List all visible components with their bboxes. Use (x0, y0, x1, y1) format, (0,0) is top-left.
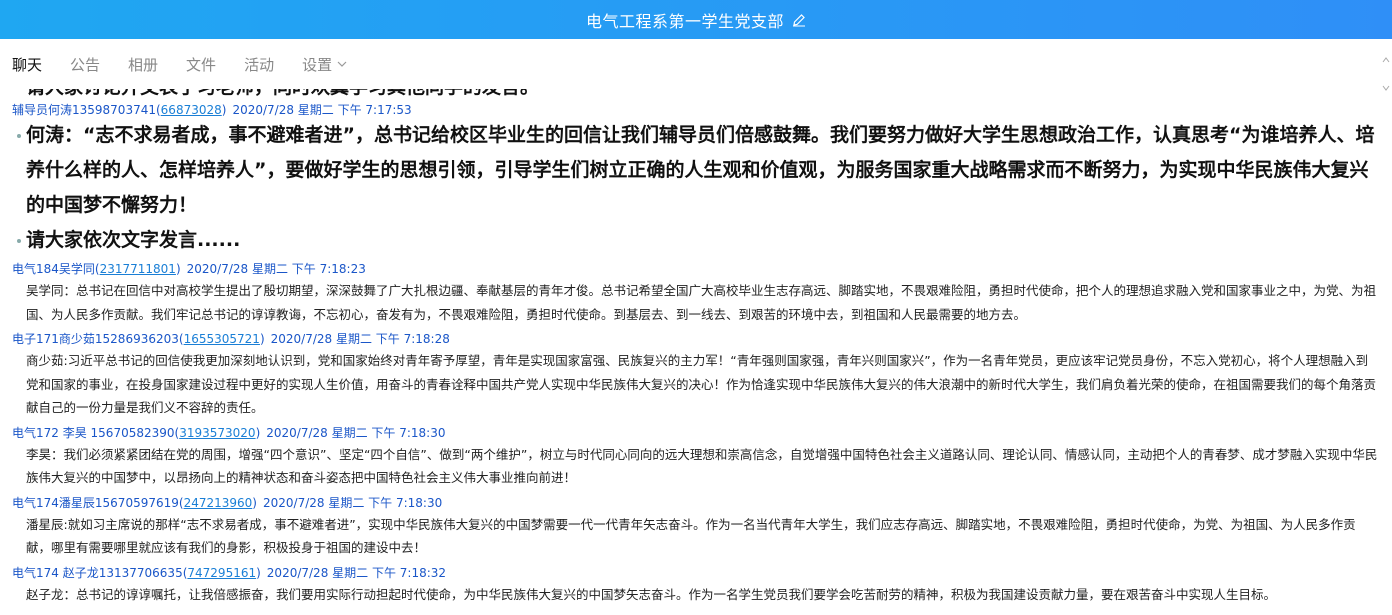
message-header: 电子171商少茹15286936203(1655305721) 2020/7/28… (12, 332, 450, 346)
message-time: 2020/7/28 星期二 下午 7:18:32 (266, 565, 447, 580)
scrollbar[interactable] (1382, 55, 1392, 615)
group-title: 电气工程系第一学生党支部 (585, 11, 784, 31)
message-header: 电气174 赵子龙13137706635(747295161) 2020/7/28… (12, 565, 447, 580)
sender-name: 辅导员何涛13598703741 (12, 103, 156, 117)
tab-label: 设置 (302, 55, 333, 74)
sender-name: 电气174 赵子龙13137706635 (12, 565, 183, 580)
message-text-partial: 请大家讨论并交表了习老师，同时欢翼学习其他同学的发言。 (0, 89, 1386, 99)
sender-name: 电气174潘星辰15670597619 (12, 495, 179, 510)
sender-qq-link[interactable]: 66873028 (161, 103, 222, 117)
tab-files[interactable]: 文件 (186, 54, 216, 75)
message-text: 吴学同：总书记在回信中对高校学生提出了殷切期望，深深鼓舞了广大扎根边疆、奉献基层… (26, 283, 1377, 322)
message-time: 2020/7/28 星期二 下午 7:17:53 (232, 103, 412, 117)
edit-icon[interactable] (792, 13, 806, 27)
tab-announcements[interactable]: 公告 (70, 54, 100, 75)
message-header: 电气174潘星辰15670597619(247213960) 2020/7/28 … (12, 495, 443, 510)
tab-album[interactable]: 相册 (128, 54, 158, 75)
tab-activities[interactable]: 活动 (244, 54, 274, 75)
sender-qq-link[interactable]: 1655305721 (184, 332, 260, 346)
tab-label: 聊天 (12, 55, 43, 74)
message-time: 2020/7/28 星期二 下午 7:18:30 (262, 495, 443, 510)
sender-name: 电气184吴学同 (12, 262, 95, 276)
message-text-large: 何涛：“志不求易者成，事不避难者进”，总书记给校区毕业生的回信让我们辅导员们倍感… (0, 118, 1386, 223)
message-text: 李昊：我们必须紧紧团结在党的周围，增强“四个意识”、坚定“四个自信”、做到“两个… (26, 446, 1378, 486)
sender-qq-link[interactable]: 247213960 (184, 496, 253, 510)
tab-bar: 聊天 公告 相册 文件 活动 设置 (0, 39, 1392, 89)
message-time: 2020/7/28 星期二 下午 7:18:30 (266, 425, 446, 440)
tab-chat[interactable]: 聊天 (12, 54, 42, 75)
scroll-up-icon[interactable] (1382, 57, 1390, 63)
bullet-dot (17, 134, 21, 138)
window-titlebar: 电气工程系第一学生党支部 (0, 0, 1392, 39)
bullet-dot (17, 239, 21, 243)
message-header: 电气184吴学同(2317711801) 2020/7/28 星期二 下午 7:1… (12, 262, 366, 276)
message-header: 辅导员何涛13598703741(66873028) 2020/7/28 星期二 … (12, 103, 412, 117)
tab-label: 文件 (186, 55, 217, 74)
message-line: 何涛：“志不求易者成，事不避难者进”，总书记给校区毕业生的回信让我们辅导员们倍感… (26, 124, 1375, 216)
tab-settings[interactable]: 设置 (302, 54, 347, 75)
sender-qq-link[interactable]: 747295161 (187, 566, 256, 580)
tab-label: 公告 (70, 55, 101, 74)
chevron-down-icon (337, 61, 347, 67)
message-time: 2020/7/28 星期二 下午 7:18:28 (270, 332, 450, 346)
message-time: 2020/7/28 星期二 下午 7:18:23 (186, 262, 366, 276)
message-text: 潘星辰:就如习主席说的那样“志不求易者成，事不避难者进”，实现中华民族伟大复兴的… (26, 516, 1356, 556)
tab-label: 活动 (244, 55, 275, 74)
sender-name: 电子171商少茹15286936203 (12, 332, 179, 346)
message-header: 电气172 李昊 15670582390(3193573020) 2020/7/2… (12, 425, 446, 440)
scroll-down-icon[interactable] (1382, 85, 1390, 91)
chat-history[interactable]: 请大家讨论并交表了习老师，同时欢翼学习其他同学的发言。 辅导员何涛1359870… (0, 89, 1386, 615)
sender-qq-link[interactable]: 3193573020 (179, 426, 255, 440)
sender-name: 电气172 李昊 15670582390 (12, 425, 175, 440)
message-text-large: 请大家依次文字发言...... (0, 223, 1386, 258)
message-text: 赵子龙：总书记的谆谆嘱托，让我倍感振奋，我们要用实际行动担起时代使命，为中华民族… (26, 586, 1277, 602)
tab-label: 相册 (128, 55, 159, 74)
message-line: 请大家依次文字发言...... (26, 229, 241, 251)
sender-qq-link[interactable]: 2317711801 (100, 262, 176, 276)
message-text: 商少茹:习近平总书记的回信使我更加深刻地认识到，党和国家始终对青年寄予厚望，青年… (26, 353, 1377, 415)
